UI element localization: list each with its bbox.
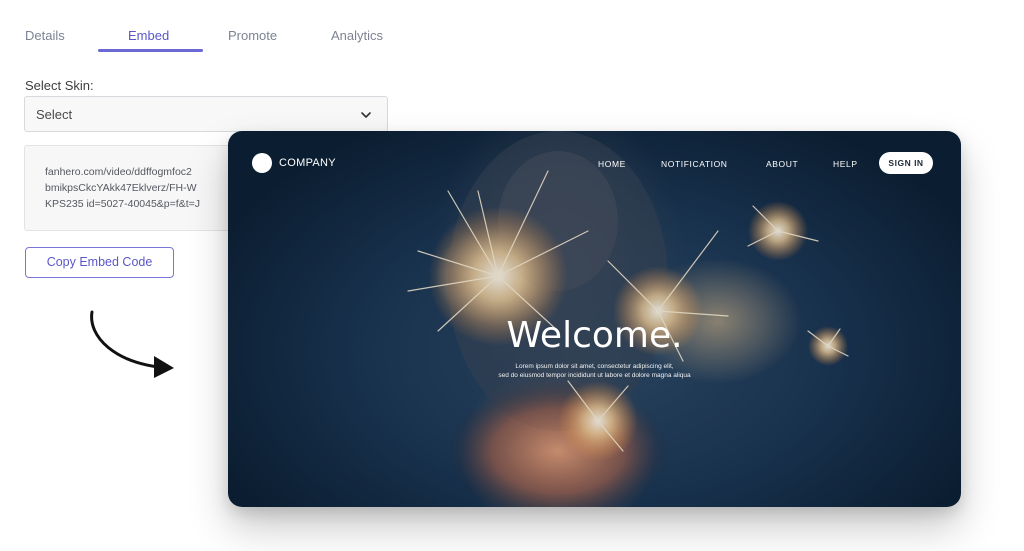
preview-headline: Welcome. — [506, 315, 683, 356]
preview-nav-notification[interactable]: NOTIFICATION — [661, 159, 728, 169]
preview-nav-home[interactable]: HOME — [598, 159, 626, 169]
skin-select-dropdown[interactable]: Select — [24, 96, 388, 132]
tab-promote[interactable]: Promote — [228, 28, 277, 43]
preview-signin-button[interactable]: SIGN IN — [879, 152, 933, 174]
tab-bar: Details Embed Promote Analytics — [0, 0, 420, 52]
curved-arrow-icon — [90, 310, 174, 378]
company-name: COMPANY — [279, 157, 336, 169]
copy-embed-code-button[interactable]: Copy Embed Code — [25, 247, 174, 278]
preview-subtext-line: Lorem ipsum dolor sit amet, consectetur … — [515, 363, 674, 370]
select-skin-label: Select Skin: — [25, 78, 94, 93]
preview-subtext-line: sed do eiusmod tempor incididunt ut labo… — [498, 372, 691, 379]
active-tab-indicator — [98, 49, 203, 52]
tab-embed[interactable]: Embed — [128, 28, 169, 43]
company-logo-icon — [252, 153, 272, 173]
preview-nav-about[interactable]: ABOUT — [766, 159, 798, 169]
tab-analytics[interactable]: Analytics — [331, 28, 383, 43]
preview-nav-help[interactable]: HELP — [833, 159, 858, 169]
tab-details[interactable]: Details — [25, 28, 65, 43]
chevron-down-icon — [361, 112, 371, 118]
preview-card: COMPANY HOME NOTIFICATION ABOUT HELP SIG… — [228, 131, 961, 507]
skin-select-value: Select — [36, 107, 73, 122]
